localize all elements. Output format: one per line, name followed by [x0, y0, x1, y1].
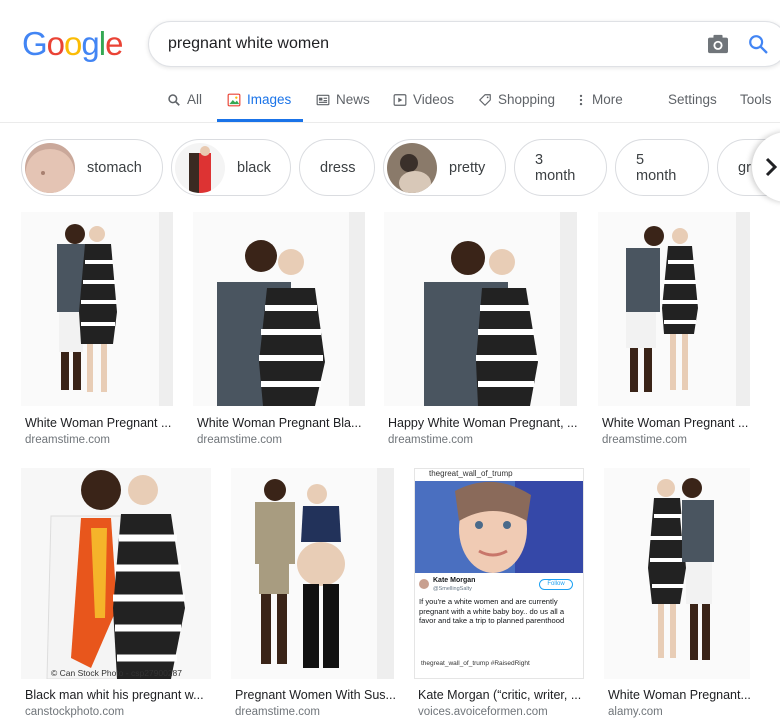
tab-more[interactable]: More	[576, 86, 623, 122]
logo-letter: o	[46, 25, 65, 62]
tab-settings[interactable]: Settings	[668, 86, 717, 122]
result-source[interactable]: dreamstime.com	[388, 434, 473, 446]
chip-label: stomach	[87, 159, 142, 176]
result-source[interactable]: canstockphoto.com	[25, 706, 124, 718]
chip-thumbnail	[25, 142, 75, 193]
result-source[interactable]: dreamstime.com	[602, 434, 687, 446]
tab-label: All	[187, 92, 203, 107]
chip-thumbnail	[387, 142, 437, 193]
result-image[interactable]	[21, 212, 173, 406]
chip-label: pretty	[449, 159, 486, 176]
result-image[interactable]	[598, 212, 750, 406]
result-image[interactable]	[21, 468, 211, 679]
result-source[interactable]: voices.avoiceformen.com	[418, 706, 548, 718]
search-box[interactable]: pregnant white women	[148, 21, 780, 67]
logo-letter: g	[81, 25, 99, 62]
result-image[interactable]: thegreat_wall_of_trump Kate Morgan @Smel…	[414, 468, 584, 679]
image-result[interactable]: White Woman Pregnant Bla... dreamstime.c…	[193, 212, 365, 448]
logo-letter: o	[64, 25, 82, 62]
result-source[interactable]: dreamstime.com	[235, 706, 320, 718]
image-result[interactable]: Pregnant Women With Sus... dreamstime.co…	[231, 468, 396, 722]
result-title[interactable]: White Woman Pregnant ...	[25, 416, 171, 430]
camera-icon[interactable]	[707, 34, 729, 54]
tab-label: Videos	[413, 92, 455, 107]
result-title[interactable]: Happy White Woman Pregnant, ...	[388, 416, 577, 430]
google-logo[interactable]: Google	[22, 25, 123, 63]
tag-icon	[479, 94, 491, 106]
image-result[interactable]: White Woman Pregnant... alamy.com	[604, 468, 751, 722]
result-title[interactable]: Pregnant Women With Sus...	[235, 688, 396, 702]
tab-label: More	[592, 92, 623, 107]
result-title[interactable]: Black man whit his pregnant w...	[25, 688, 204, 702]
tab-tools[interactable]: Tools	[740, 86, 772, 122]
tab-label: Tools	[740, 92, 772, 107]
image-result[interactable]: thegreat_wall_of_trump Kate Morgan @Smel…	[414, 468, 584, 722]
chip-pretty[interactable]: pretty	[383, 139, 506, 196]
related-searches: stomach black dress pretty 3 month 5 mon…	[0, 139, 780, 197]
tab-label: Settings	[668, 92, 717, 107]
chip-thumbnail	[175, 142, 225, 193]
result-image[interactable]	[384, 212, 577, 406]
tweet-header: thegreat_wall_of_trump	[429, 469, 513, 478]
tab-label: News	[336, 92, 370, 107]
result-title[interactable]: White Woman Pregnant Bla...	[197, 416, 361, 430]
chip-label: black	[237, 159, 271, 176]
tab-all[interactable]: All	[167, 86, 202, 122]
result-image[interactable]	[604, 468, 750, 679]
tab-shopping[interactable]: Shopping	[478, 86, 555, 122]
search-icon[interactable]	[747, 33, 769, 55]
result-image[interactable]	[193, 212, 365, 406]
image-icon	[227, 93, 241, 107]
video-icon	[393, 94, 407, 106]
chip-label: 5 month	[636, 151, 677, 184]
result-title[interactable]: Kate Morgan (“critic, writer, ...	[418, 688, 581, 702]
tab-label: Images	[247, 92, 292, 107]
image-result[interactable]: Happy White Woman Pregnant, ... dreamsti…	[384, 212, 577, 448]
chip-5-month[interactable]: 5 month	[615, 139, 709, 196]
search-icon	[168, 94, 180, 106]
result-source[interactable]: dreamstime.com	[197, 434, 282, 446]
image-result[interactable]: © Can Stock Photo - csp27900287 Black ma…	[21, 468, 211, 722]
logo-letter: G	[22, 25, 48, 62]
chip-label: 3 month	[535, 151, 576, 184]
search-tabs: All Images News Videos Shopping More Set…	[0, 86, 780, 122]
chip-label: dress	[320, 159, 356, 176]
result-source[interactable]: dreamstime.com	[25, 434, 110, 446]
chip-stomach[interactable]: stomach	[21, 139, 163, 196]
tweet-follow-button[interactable]: Follow	[539, 579, 573, 590]
image-result[interactable]: White Woman Pregnant ... dreamstime.com	[21, 212, 173, 448]
chip-dress[interactable]: dress	[299, 139, 375, 196]
result-title[interactable]: White Woman Pregnant ...	[602, 416, 748, 430]
image-result[interactable]: White Woman Pregnant ... dreamstime.com	[598, 212, 750, 448]
result-source[interactable]: alamy.com	[608, 706, 663, 718]
tab-images[interactable]: Images	[217, 86, 304, 122]
tweet-name: Kate Morgan	[433, 577, 476, 584]
tweet-text: If you're a white women and are currentl…	[419, 597, 565, 626]
tab-label: Shopping	[498, 92, 556, 107]
tweet-handle: @SmellingSalty	[433, 586, 472, 592]
chip-black[interactable]: black	[171, 139, 291, 196]
tab-videos[interactable]: Videos	[393, 86, 454, 122]
result-title[interactable]: White Woman Pregnant...	[608, 688, 751, 702]
tweet-footer: thegreat_wall_of_trump #RaisedRight	[421, 660, 530, 667]
canstock-watermark: © Can Stock Photo - csp27900287	[51, 668, 183, 678]
chip-3-month[interactable]: 3 month	[514, 139, 607, 196]
more-vertical-icon	[579, 94, 583, 106]
tab-news[interactable]: News	[316, 86, 370, 122]
logo-letter: e	[105, 25, 123, 62]
search-input[interactable]: pregnant white women	[168, 35, 329, 53]
chevron-right-icon	[765, 157, 778, 177]
news-icon	[316, 94, 330, 106]
tweet-avatar	[419, 579, 429, 589]
header-divider	[0, 122, 780, 123]
result-image[interactable]	[231, 468, 394, 679]
